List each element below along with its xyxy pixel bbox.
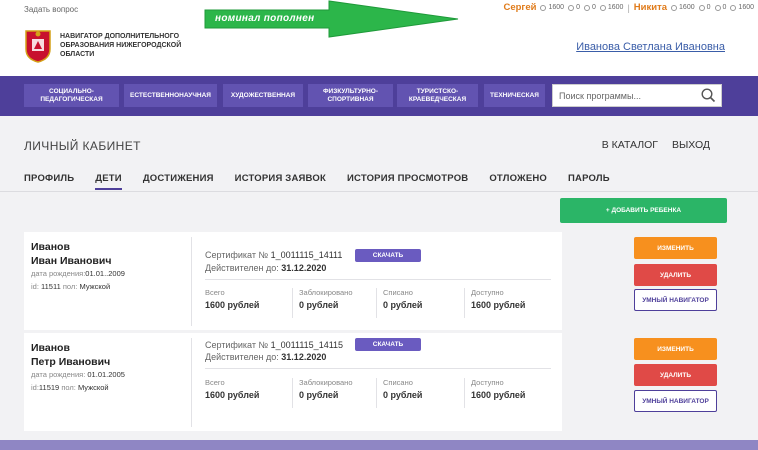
child-name: Иванов Петр Иванович xyxy=(31,342,111,368)
stat-available: 1600 xyxy=(599,4,623,11)
stat-blocked: 0 xyxy=(568,4,580,11)
balance-available: Доступно 1600 рублей xyxy=(464,378,525,408)
child-name: Иванов Иван Иванович xyxy=(31,241,112,267)
nav-category-tourism[interactable]: ТУРИСТСКО-КРАЕВЕДЧЕСКАЯ xyxy=(397,84,478,107)
clock-icon xyxy=(599,4,606,11)
add-child-button[interactable]: + ДОБАВИТЬ РЕБЕНКА xyxy=(560,198,727,223)
user-name-nikita[interactable]: Никита xyxy=(634,2,667,13)
child-id-sex: id:11519 пол: Мужской xyxy=(31,383,109,392)
user-profile-link[interactable]: Иванова Светлана Ивановна xyxy=(576,41,725,53)
footer-bar xyxy=(0,440,758,450)
card-divider xyxy=(191,338,192,427)
tab-password[interactable]: ПАРОЛЬ xyxy=(568,173,610,190)
nav-category-social[interactable]: СОЦИАЛЬНО-ПЕДАГОГИЧЕСКАЯ xyxy=(24,84,119,107)
balance-total: Всего 1600 рублей xyxy=(205,288,260,310)
nav-category-sport[interactable]: ФИЗКУЛЬТУРНО-СПОРТИВНАЯ xyxy=(308,84,393,107)
nav-category-science[interactable]: ЕСТЕСТВЕННОНАУЧНАЯ xyxy=(124,84,217,107)
delete-child-button[interactable]: УДАЛИТЬ xyxy=(634,264,717,286)
stat-total: 1600 xyxy=(671,4,695,11)
annotation-arrow: номинал пополнен xyxy=(203,0,463,40)
tab-postponed[interactable]: ОТЛОЖЕНО xyxy=(489,173,547,190)
card-divider xyxy=(205,368,551,369)
coin-icon xyxy=(671,4,678,11)
search-input[interactable] xyxy=(553,85,693,106)
edit-child-button[interactable]: ИЗМЕНИТЬ xyxy=(634,338,717,360)
tab-profile[interactable]: ПРОФИЛЬ xyxy=(24,173,74,190)
tab-application-history[interactable]: ИСТОРИЯ ЗАЯВОК xyxy=(235,173,326,190)
balance-blocked: Заблокировано 0 рублей xyxy=(292,288,353,318)
stat-spent: 0 xyxy=(714,4,726,11)
certificate-number: Сертификат № 1_0011115_14115 xyxy=(205,340,344,350)
search-icon[interactable] xyxy=(701,88,716,103)
card-divider xyxy=(191,237,192,326)
program-search xyxy=(552,84,722,107)
top-links: В КАТАЛОГ ВЫХОД xyxy=(602,139,710,151)
region-emblem-icon[interactable] xyxy=(24,29,52,63)
balance-available: Доступно 1600 рублей xyxy=(464,288,525,318)
download-certificate-button[interactable]: СКАЧАТЬ xyxy=(355,338,421,351)
nav-category-technical[interactable]: ТЕХНИЧЕСКАЯ xyxy=(484,84,545,107)
clock-icon xyxy=(730,4,737,11)
cabinet-tabs: ПРОФИЛЬ ДЕТИ ДОСТИЖЕНИЯ ИСТОРИЯ ЗАЯВОК И… xyxy=(24,173,631,190)
stat-total: 1600 xyxy=(540,4,564,11)
balance-spent: Списано 0 рублей xyxy=(376,288,422,318)
certificate-valid-until: Действителен до: 31.12.2020 xyxy=(205,263,327,273)
child-birth: дата рождения:01.01..2009 xyxy=(31,269,125,278)
child-id-sex: id: 11511 пол: Мужской xyxy=(31,282,111,291)
child-card: Иванов Петр Иванович дата рождения: 01.0… xyxy=(24,333,562,431)
certificate-number: Сертификат № 1_0011115_14111 xyxy=(205,250,343,260)
annotation-text: номинал пополнен xyxy=(215,13,315,24)
tab-view-history[interactable]: ИСТОРИЯ ПРОСМОТРОВ xyxy=(347,173,468,190)
tabs-divider xyxy=(0,191,758,192)
coin-icon xyxy=(540,4,547,11)
child-birth: дата рождения: 01.01.2005 xyxy=(31,370,125,379)
smart-navigator-button[interactable]: УМНЫЙ НАВИГАТОР xyxy=(634,289,717,311)
ask-question-link[interactable]: Задать вопрос xyxy=(24,5,78,14)
smart-navigator-button[interactable]: УМНЫЙ НАВИГАТОР xyxy=(634,390,717,412)
balance-spent: Списано 0 рублей xyxy=(376,378,422,408)
stat-spent: 0 xyxy=(583,4,596,11)
download-certificate-button[interactable]: СКАЧАТЬ xyxy=(355,249,421,262)
lock-icon xyxy=(568,4,575,11)
minus-icon xyxy=(583,4,590,11)
page-title: ЛИЧНЫЙ КАБИНЕТ xyxy=(24,139,141,153)
balance-total: Всего 1600 рублей xyxy=(205,378,260,400)
certificate-valid-until: Действителен до: 31.12.2020 xyxy=(205,352,327,362)
delete-child-button[interactable]: УДАЛИТЬ xyxy=(634,364,717,386)
divider: | xyxy=(627,2,630,13)
user-name-sergey[interactable]: Сергей xyxy=(503,2,536,13)
tab-achievements[interactable]: ДОСТИЖЕНИЯ xyxy=(143,173,214,190)
catalog-link[interactable]: В КАТАЛОГ xyxy=(602,139,658,151)
tab-children[interactable]: ДЕТИ xyxy=(95,173,122,190)
stat-available: 1600 xyxy=(730,4,754,11)
logout-link[interactable]: ВЫХОД xyxy=(672,139,710,151)
org-name: НАВИГАТОР ДОПОЛНИТЕЛЬНОГО ОБРАЗОВАНИЯ НИ… xyxy=(60,33,182,58)
child-card: Иванов Иван Иванович дата рождения:01.01… xyxy=(24,232,562,330)
edit-child-button[interactable]: ИЗМЕНИТЬ xyxy=(634,237,717,259)
user-balances: Сергей 1600 0 0 1600 | Никита 1600 0 0 1… xyxy=(503,2,754,13)
card-divider xyxy=(205,279,551,280)
nav-category-art[interactable]: ХУДОЖЕСТВЕННАЯ xyxy=(223,84,303,107)
stat-blocked: 0 xyxy=(698,4,711,11)
balance-blocked: Заблокировано 0 рублей xyxy=(292,378,353,408)
minus-icon xyxy=(714,4,721,11)
category-nav: СОЦИАЛЬНО-ПЕДАГОГИЧЕСКАЯ ЕСТЕСТВЕННОНАУЧ… xyxy=(0,76,758,116)
lock-icon xyxy=(698,4,705,11)
